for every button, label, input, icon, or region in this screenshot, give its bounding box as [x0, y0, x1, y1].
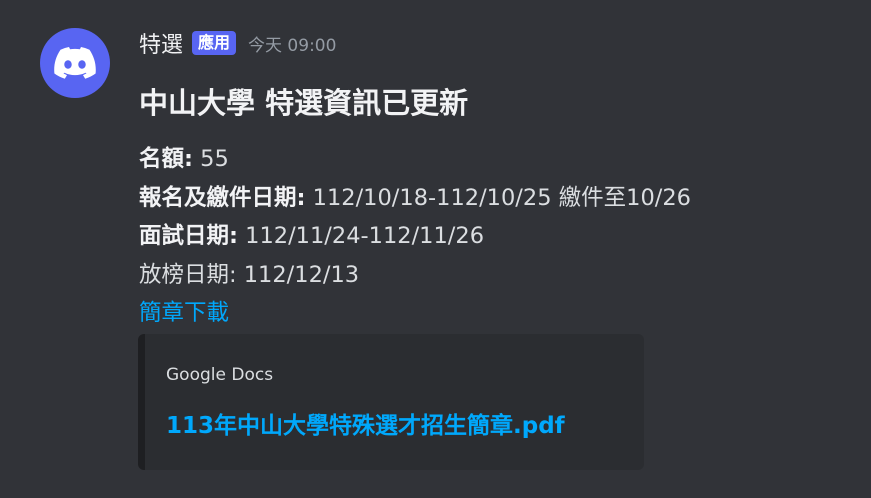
release-date: 放榜日期: 112/12/13: [139, 261, 360, 288]
field-label: 名額:: [139, 146, 193, 172]
field-registration-date: 報名及繳件日期: 112/10/18-112/10/25 繳件至10/26: [139, 179, 691, 218]
field-value: 112/10/18-112/10/25 繳件至10/26: [305, 184, 691, 211]
timestamp: 今天 09:00: [248, 35, 337, 56]
message-title: 中山大學 特選資訊已更新: [139, 86, 469, 120]
download-link[interactable]: 簡章下載: [139, 300, 229, 326]
link-embed: Google Docs 113年中山大學特殊選才招生簡章.pdf: [138, 334, 644, 470]
field-interview-date: 面試日期: 112/11/24-112/11/26: [139, 217, 691, 256]
chat-message: 特選 應用 今天 09:00 中山大學 特選資訊已更新 名額: 55 報名及繳件…: [0, 0, 871, 498]
app-badge: 應用: [192, 31, 237, 55]
message-body: 名額: 55 報名及繳件日期: 112/10/18-112/10/25 繳件至1…: [139, 140, 691, 333]
discord-logo-icon: [54, 47, 96, 79]
message-header: 特選 應用 今天 09:00: [139, 28, 336, 58]
field-label: 面試日期:: [139, 223, 238, 249]
field-quota: 名額: 55: [139, 140, 691, 179]
field-value: 55: [193, 146, 229, 172]
embed-title-link[interactable]: 113年中山大學特殊選才招生簡章.pdf: [166, 406, 565, 440]
field-value: 112/11/24-112/11/26: [238, 223, 485, 249]
username[interactable]: 特選: [139, 27, 183, 59]
avatar[interactable]: [40, 28, 110, 98]
embed-provider[interactable]: Google Docs: [166, 365, 273, 385]
field-label: 報名及繳件日期:: [139, 184, 306, 211]
